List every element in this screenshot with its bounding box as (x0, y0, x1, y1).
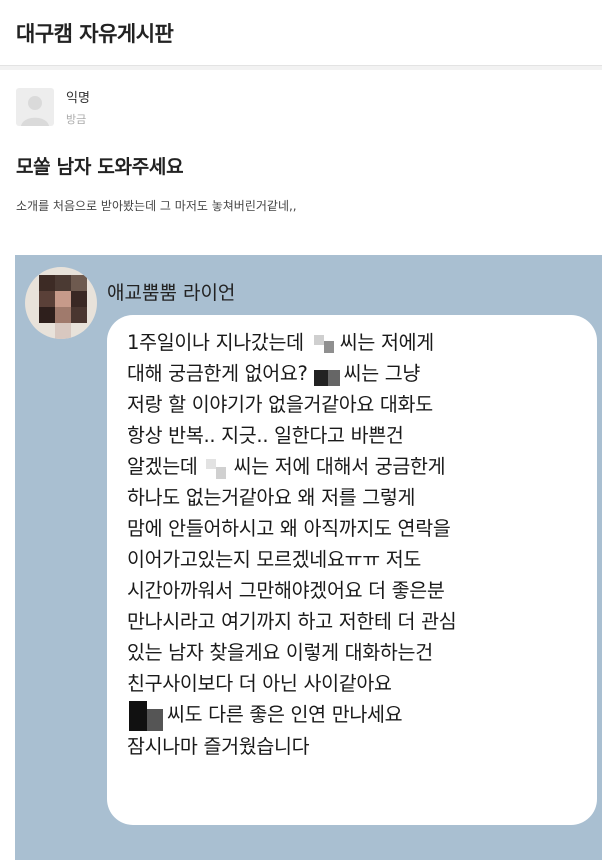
chat-line: 시간아까워서 그만해야겠어요 더 좋은분 (127, 579, 445, 602)
chat-line: 씨는 그냥 (343, 362, 421, 385)
board-header: 대구캠 자유게시판 (0, 0, 602, 66)
attached-image[interactable]: 애교뿜뿜 라이언 1주일이나 지나갔는데 씨는 저에게 대해 궁금한게 없어요? 씨… (15, 255, 602, 860)
post: 익명 방금 모쏠 남자 도와주세요 소개를 처음으로 받아봤는데 그 마저도 놓… (0, 70, 602, 214)
author-name: 익명 (66, 91, 90, 106)
chat-line: 잠시나마 즐거웠습니다 (127, 734, 310, 758)
chat-line: 하나도 없는거같아요 왜 저를 그렇게 (127, 486, 416, 509)
chat-line: 알겠는데 (127, 455, 198, 478)
chat-sender-name: 애교뿜뿜 라이언 (107, 282, 236, 304)
board-title[interactable]: 대구캠 자유게시판 (16, 18, 174, 48)
chat-line: 1주일이나 지나갔는데 (127, 331, 304, 354)
chat-line: 맘에 안들어하시고 왜 아직까지도 연락을 (127, 517, 451, 540)
pixelated-profile-photo (25, 267, 97, 339)
chat-line: 친구사이보다 더 아닌 사이같아요 (127, 672, 392, 695)
chat-line: 항상 반복.. 지긋.. 일한다고 바쁜건 (127, 424, 404, 447)
pixelated-name (129, 700, 165, 731)
user-avatar-icon (16, 88, 54, 126)
chat-line: 씨는 저에 대해서 궁금한게 (233, 455, 446, 478)
pixelated-name (310, 364, 342, 386)
chat-line: 있는 남자 찾을게요 이렇게 대화하는건 (127, 641, 433, 664)
post-body: 소개를 처음으로 받아봤는데 그 마저도 놓쳐버린거같네,, (16, 199, 297, 213)
pixelated-name (306, 333, 338, 355)
chat-line: 만나시라고 여기까지 하고 저한테 더 관심 (127, 610, 457, 633)
pixelated-name (200, 457, 232, 479)
author-row: 익명 방금 (16, 86, 586, 128)
chat-line: 대해 궁금한게 없어요? (127, 362, 308, 385)
post-time: 방금 (66, 113, 87, 126)
chat-message-bubble: 1주일이나 지나갔는데 씨는 저에게 대해 궁금한게 없어요? 씨는 그냥 저랑 할… (107, 315, 597, 825)
chat-line: 이어가고있는지 모르겠네요ㅠㅠ 저도 (127, 548, 422, 571)
chat-line: 씨는 저에게 (339, 331, 434, 354)
chat-line: 저랑 할 이야기가 없을거같아요 대화도 (127, 393, 433, 416)
post-title: 모쏠 남자 도와주세요 (16, 156, 184, 178)
chat-line: 씨도 다른 좋은 인연 만나세요 (167, 703, 403, 726)
